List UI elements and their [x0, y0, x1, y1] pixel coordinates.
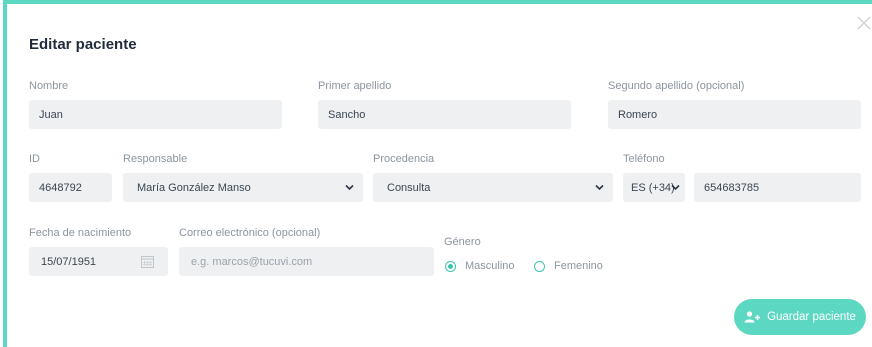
procedencia-select[interactable]: Consulta — [373, 173, 613, 202]
telefono-input[interactable]: 654683785 — [694, 173, 861, 202]
responsable-value: María González Manso — [137, 181, 251, 194]
segundo-apellido-value: Romero — [618, 108, 658, 121]
dialog-top-border — [3, 0, 872, 4]
primer-apellido-input[interactable]: Sancho — [318, 100, 571, 129]
calendar-icon[interactable] — [141, 255, 154, 268]
procedencia-value: Consulta — [387, 181, 431, 194]
radio-checked-icon[interactable] — [445, 260, 456, 272]
genero-label: Género — [444, 236, 481, 248]
genero-option-label: Masculino — [465, 260, 515, 272]
fecha-nacimiento-input[interactable]: 15/07/1951 — [29, 247, 168, 276]
id-value: 4648792 — [39, 181, 82, 194]
close-icon[interactable] — [856, 15, 872, 31]
add-user-icon — [744, 311, 761, 323]
nombre-label: Nombre — [29, 80, 69, 92]
genero-option-femenino[interactable]: Femenino — [534, 258, 603, 274]
chevron-down-icon — [671, 184, 680, 191]
correo-input[interactable]: e.g. marcos@tucuvi.com — [179, 247, 434, 276]
genero-option-masculino[interactable]: Masculino — [445, 258, 515, 274]
telefono-value: 654683785 — [704, 181, 760, 194]
telefono-label: Teléfono — [623, 153, 665, 165]
guardar-paciente-button[interactable]: Guardar paciente — [734, 299, 866, 335]
guardar-paciente-label: Guardar paciente — [767, 311, 856, 323]
segundo-apellido-label: Segundo apellido (opcional) — [608, 80, 745, 92]
id-input[interactable]: 4648792 — [29, 173, 112, 202]
segundo-apellido-input[interactable]: Romero — [608, 100, 861, 129]
genero-option-label: Femenino — [554, 260, 603, 272]
fecha-nacimiento-value: 15/07/1951 — [41, 255, 97, 268]
responsable-label: Responsable — [123, 153, 188, 165]
fecha-nacimiento-label: Fecha de nacimiento — [29, 227, 132, 239]
telefono-prefix-value: ES (+34) — [631, 181, 675, 194]
dialog-left-border — [3, 0, 7, 347]
responsable-select[interactable]: María González Manso — [123, 173, 363, 202]
correo-placeholder: e.g. marcos@tucuvi.com — [191, 255, 313, 268]
chevron-down-icon — [345, 184, 354, 191]
correo-label: Correo electrónico (opcional) — [179, 227, 321, 239]
procedencia-label: Procedencia — [373, 153, 435, 165]
id-label: ID — [29, 153, 40, 165]
nombre-input[interactable]: Juan — [29, 100, 282, 129]
chevron-down-icon — [595, 184, 604, 191]
primer-apellido-label: Primer apellido — [318, 80, 392, 92]
nombre-value: Juan — [39, 108, 63, 121]
telefono-prefix-select[interactable]: ES (+34) — [623, 173, 685, 202]
primer-apellido-value: Sancho — [328, 108, 366, 121]
dialog-title: Editar paciente — [29, 36, 137, 53]
radio-unchecked-icon[interactable] — [534, 260, 545, 272]
